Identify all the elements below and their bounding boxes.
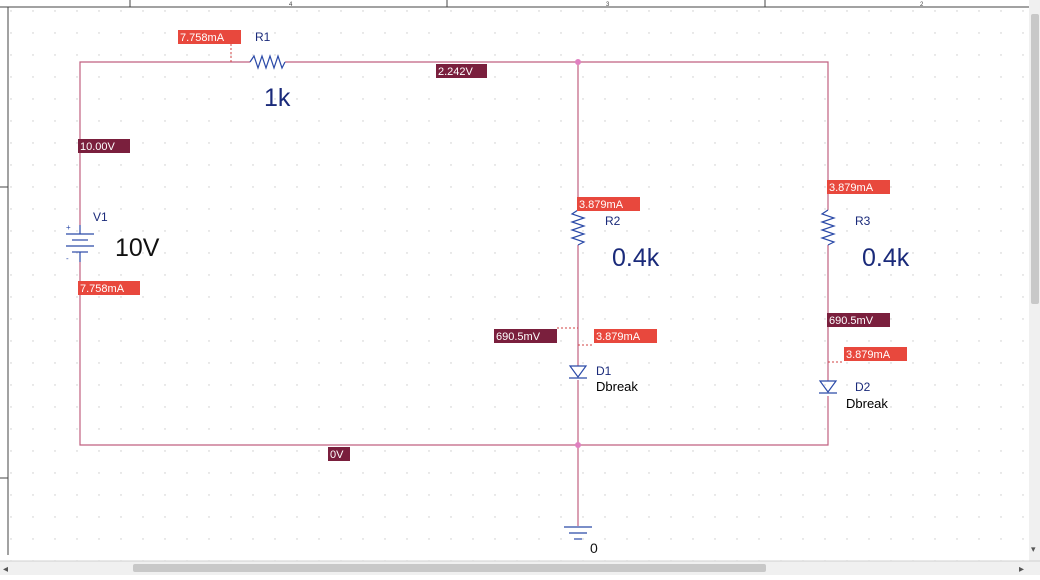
svg-text:3.879mA: 3.879mA	[596, 331, 641, 343]
svg-text:3.879mA: 3.879mA	[829, 182, 874, 194]
r1-value-label[interactable]: 1k	[264, 84, 291, 112]
d1-model-label[interactable]: Dbreak	[596, 379, 638, 394]
v1-value-label[interactable]: 10V	[115, 234, 160, 262]
schematic-canvas[interactable]: 4 3 2 + - V1 10V R1 1k R2 0.4k R3 0.4k D…	[0, 0, 1040, 575]
v1-plus-sign: +	[66, 223, 71, 232]
r1-ref-label[interactable]: R1	[255, 30, 271, 44]
probe-voltage-source[interactable]: 10.00V	[78, 139, 130, 153]
probe-voltage-d2[interactable]: 690.5mV	[827, 313, 890, 327]
scroll-left-arrow[interactable]: ◂	[3, 564, 8, 575]
horizontal-scroll-thumb[interactable]	[133, 564, 766, 572]
svg-text:690.5mV: 690.5mV	[829, 315, 874, 327]
probe-current-d2[interactable]: 3.879mA	[844, 347, 907, 361]
grid-background	[0, 0, 1040, 575]
svg-text:690.5mV: 690.5mV	[496, 331, 541, 343]
scroll-down-arrow[interactable]: ▾	[1031, 544, 1036, 554]
svg-text:7.758mA: 7.758mA	[180, 32, 225, 44]
probe-voltage-node-top[interactable]: 2.242V	[436, 64, 487, 78]
svg-text:3.879mA: 3.879mA	[579, 199, 624, 211]
probe-voltage-d1[interactable]: 690.5mV	[494, 329, 557, 343]
svg-text:0V: 0V	[330, 449, 344, 461]
svg-text:2.242V: 2.242V	[438, 66, 474, 78]
r3-ref-label[interactable]: R3	[855, 214, 871, 228]
junction-dot	[575, 59, 581, 65]
r2-ref-label[interactable]: R2	[605, 214, 621, 228]
probe-current-r1[interactable]: 7.758mA	[178, 30, 241, 44]
r3-value-label[interactable]: 0.4k	[862, 244, 910, 272]
probe-current-d1[interactable]: 3.879mA	[594, 329, 657, 343]
d2-model-label[interactable]: Dbreak	[846, 396, 888, 411]
horizontal-scrollbar[interactable]: ◂ ▸	[0, 560, 1040, 575]
probe-current-r3[interactable]: 3.879mA	[827, 180, 890, 194]
svg-text:10.00V: 10.00V	[80, 141, 116, 153]
probe-voltage-ground[interactable]: 0V	[328, 447, 350, 461]
vertical-scroll-thumb[interactable]	[1031, 14, 1039, 304]
schematic-editor: 4 3 2 + - V1 10V R1 1k R2 0.4k R3 0.4k D…	[0, 0, 1040, 575]
svg-text:7.758mA: 7.758mA	[80, 283, 125, 295]
v1-ref-label[interactable]: V1	[93, 210, 108, 224]
ground-label[interactable]: 0	[590, 540, 598, 556]
svg-text:3.879mA: 3.879mA	[846, 349, 891, 361]
d2-ref-label[interactable]: D2	[855, 380, 871, 394]
scroll-right-arrow[interactable]: ▸	[1019, 564, 1024, 575]
probe-current-r2[interactable]: 3.879mA	[577, 197, 640, 211]
r2-value-label[interactable]: 0.4k	[612, 244, 660, 272]
vertical-scrollbar[interactable]: ▾	[1029, 0, 1040, 561]
v1-minus-sign: -	[66, 254, 69, 263]
probe-current-v1[interactable]: 7.758mA	[78, 281, 140, 295]
d1-ref-label[interactable]: D1	[596, 364, 612, 378]
junction-dot	[575, 442, 581, 448]
